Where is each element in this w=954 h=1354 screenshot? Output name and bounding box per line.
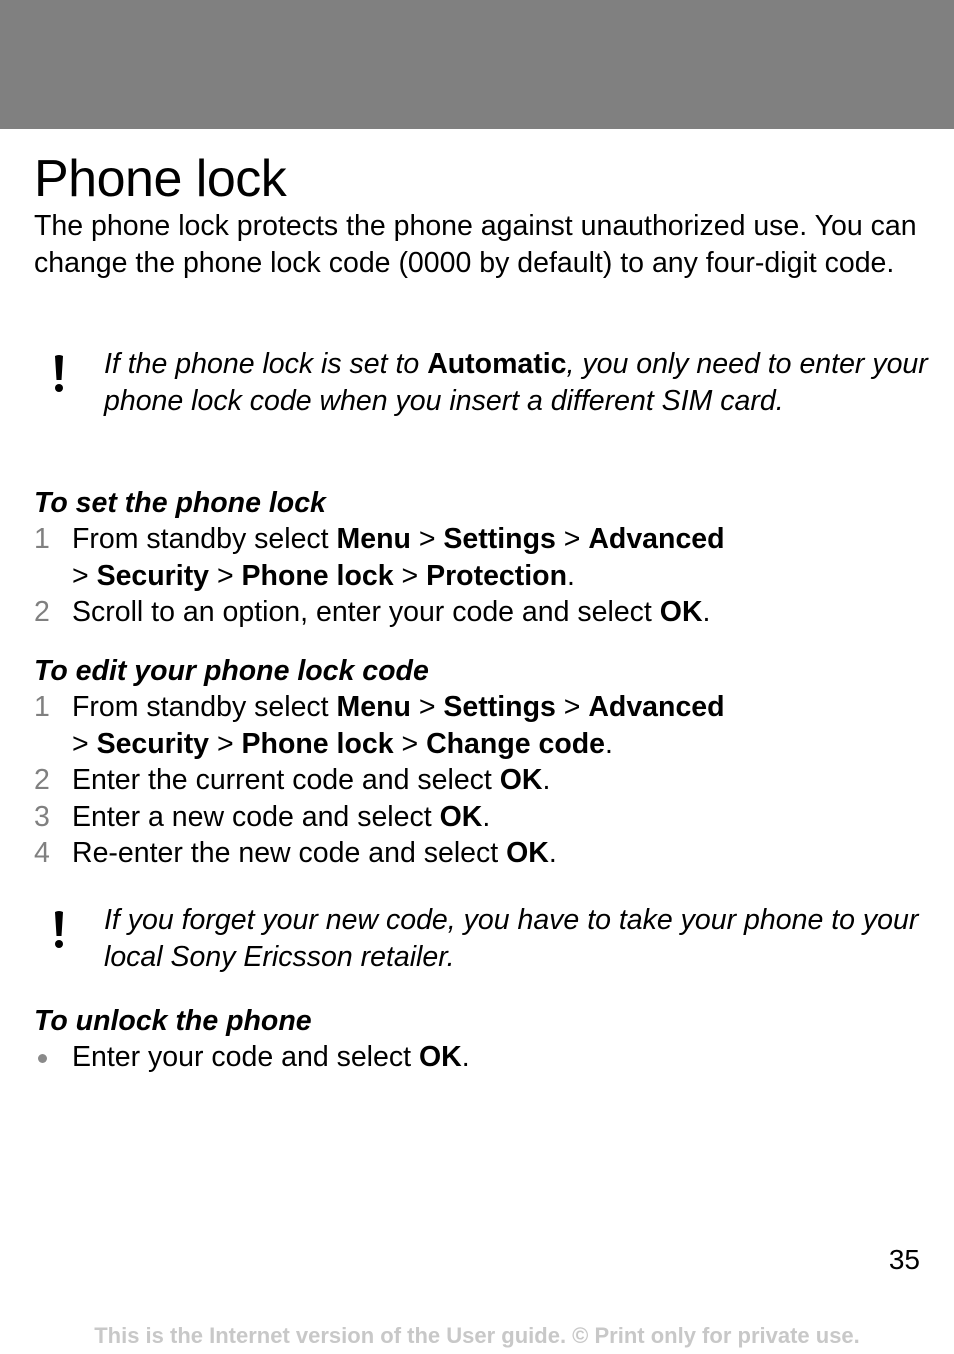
step: 4 Re-enter the new code and select OK. — [34, 837, 557, 869]
bullet-item: Enter your code and select OK. — [34, 1039, 934, 1076]
page-title: Phone lock — [34, 150, 287, 208]
step: 1 From standby select Menu > Settings > A… — [34, 523, 725, 592]
intro-paragraph: The phone lock protects the phone agains… — [34, 210, 917, 279]
step: 1 From standby select Menu > Settings > A… — [34, 691, 725, 760]
note-text: If the phone lock is set to Automatic, y… — [104, 348, 928, 417]
steps-unlock: Enter your code and select OK. — [34, 1039, 934, 1076]
step: 2 Scroll to an option, enter your code an… — [34, 596, 711, 628]
bullet-icon — [38, 1054, 47, 1063]
heading-unlock: To unlock the phone — [34, 1005, 312, 1037]
step: 3 Enter a new code and select OK. — [34, 800, 491, 833]
footer-notice: This is the Internet version of the User… — [94, 1323, 860, 1348]
exclamation-icon — [55, 355, 63, 392]
exclamation-icon — [55, 911, 63, 948]
page-number: 35 — [888, 1244, 920, 1275]
steps-set-phone-lock: 1 From standby select Menu > Settings > A… — [34, 521, 934, 631]
header-band — [0, 0, 954, 129]
note-text: If you forget your new code, you have to… — [104, 904, 919, 973]
heading-set-phone-lock: To set the phone lock — [34, 487, 326, 519]
step: 2 Enter the current code and select OK. — [34, 764, 551, 796]
heading-edit-code: To edit your phone lock code — [34, 655, 429, 687]
steps-edit-code: 1 From standby select Menu > Settings > A… — [34, 689, 934, 872]
